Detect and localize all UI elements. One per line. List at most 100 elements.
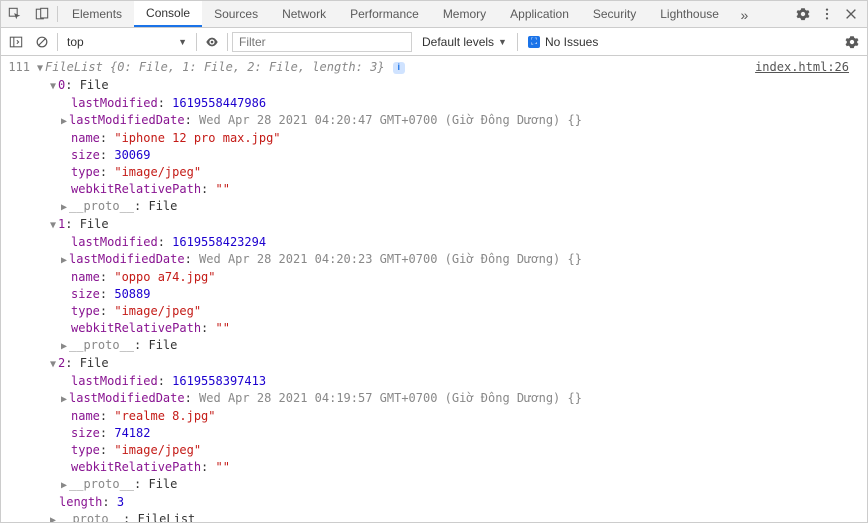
sidebar-toggle-icon[interactable]: [5, 31, 27, 53]
divider: [227, 33, 228, 51]
console-messages: 111 index.html:26 ▼FileList {0: File, 1:…: [1, 56, 867, 522]
prop-value: 50889: [114, 287, 150, 301]
divider: [57, 33, 58, 51]
prop-value: Wed Apr 28 2021 04:20:47 GMT+0700 (Giờ Đ…: [199, 113, 582, 127]
prop-value: 3: [117, 495, 124, 509]
levels-label: Default levels: [422, 35, 494, 49]
prop-key: name: [71, 270, 100, 284]
prop-value: 30069: [114, 148, 150, 162]
issues-label: No Issues: [545, 35, 598, 49]
live-expression-icon[interactable]: [201, 31, 223, 53]
prop-key: __proto__: [69, 477, 134, 491]
filter-input[interactable]: [232, 32, 412, 52]
prop-key: type: [71, 443, 100, 457]
tab-network[interactable]: Network: [270, 1, 338, 27]
prop-value: "image/jpeg": [114, 304, 201, 318]
expand-arrow-icon[interactable]: ▶: [59, 338, 69, 355]
prop-value: "": [216, 321, 230, 335]
kebab-menu-icon[interactable]: [815, 1, 839, 28]
prop-key: lastModifiedDate: [69, 391, 185, 405]
source-link[interactable]: index.html:26: [755, 59, 849, 76]
expand-arrow-icon[interactable]: ▼: [48, 217, 58, 234]
prop-value: 1619558397413: [172, 374, 266, 388]
prop-value: "oppo a74.jpg": [114, 270, 215, 284]
prop-key: name: [71, 409, 100, 423]
context-label: top: [67, 35, 84, 49]
expand-arrow-icon[interactable]: ▶: [59, 252, 69, 269]
prop-value: 74182: [114, 426, 150, 440]
object-preview: FileList {0: File, 1: File, 2: File, len…: [45, 60, 405, 74]
chevron-down-icon: ▼: [498, 37, 507, 47]
prop-key: length: [59, 495, 102, 509]
prop-key: size: [71, 287, 100, 301]
prop-key: __proto__: [69, 338, 134, 352]
prop-key: lastModified: [71, 235, 158, 249]
tabs-container: Elements Console Sources Network Perform…: [60, 1, 791, 27]
prop-key: webkitRelativePath: [71, 460, 201, 474]
prop-value: "image/jpeg": [114, 165, 201, 179]
prop-key: lastModified: [71, 96, 158, 110]
console-toolbar: top ▼ Default levels ▼ ⛶ No Issues: [1, 28, 867, 56]
tab-elements[interactable]: Elements: [60, 1, 134, 27]
more-tabs-icon[interactable]: »: [731, 1, 758, 28]
prop-key: lastModifiedDate: [69, 113, 185, 127]
expand-arrow-icon[interactable]: ▶: [59, 391, 69, 408]
tab-application[interactable]: Application: [498, 1, 581, 27]
prop-value: File: [148, 477, 177, 491]
tab-console[interactable]: Console: [134, 1, 202, 27]
divider: [517, 33, 518, 51]
context-selector[interactable]: top ▼: [62, 32, 192, 52]
expand-arrow-icon[interactable]: ▼: [35, 60, 45, 77]
tab-performance[interactable]: Performance: [338, 1, 431, 27]
expand-arrow-icon[interactable]: ▼: [48, 356, 58, 373]
prop-key: name: [71, 131, 100, 145]
divider: [196, 33, 197, 51]
prop-value: Wed Apr 28 2021 04:19:57 GMT+0700 (Giờ Đ…: [199, 391, 582, 405]
prop-key: webkitRelativePath: [71, 182, 201, 196]
issues-indicator[interactable]: ⛶ No Issues: [522, 35, 604, 49]
prop-key: lastModified: [71, 374, 158, 388]
tab-memory[interactable]: Memory: [431, 1, 498, 27]
prop-key: __proto__: [58, 512, 123, 522]
device-toggle-icon[interactable]: [28, 1, 55, 28]
prop-value: File: [148, 199, 177, 213]
prop-value: 1619558423294: [172, 235, 266, 249]
prop-key: size: [71, 148, 100, 162]
close-icon[interactable]: [839, 1, 863, 28]
prop-key: lastModifiedDate: [69, 252, 185, 266]
tab-security[interactable]: Security: [581, 1, 648, 27]
issues-icon: ⛶: [528, 36, 540, 48]
prop-value: File: [148, 338, 177, 352]
expand-arrow-icon[interactable]: ▶: [48, 512, 58, 522]
console-settings-icon[interactable]: [841, 31, 863, 53]
prop-value: "": [216, 460, 230, 474]
clear-console-icon[interactable]: [31, 31, 53, 53]
divider: [57, 6, 58, 22]
tab-sources[interactable]: Sources: [202, 1, 270, 27]
prop-value: File: [80, 78, 109, 92]
log-entry[interactable]: 111 index.html:26 ▼FileList {0: File, 1:…: [1, 59, 867, 522]
expand-arrow-icon[interactable]: ▼: [48, 78, 58, 95]
devtools-tab-bar: Elements Console Sources Network Perform…: [1, 1, 867, 28]
expand-arrow-icon[interactable]: ▶: [59, 199, 69, 216]
prop-value: File: [80, 217, 109, 231]
chevron-down-icon: ▼: [178, 37, 187, 47]
prop-value: 1619558447986: [172, 96, 266, 110]
prop-value: File: [80, 356, 109, 370]
prop-key: size: [71, 426, 100, 440]
expand-arrow-icon[interactable]: ▶: [59, 113, 69, 130]
tab-lighthouse[interactable]: Lighthouse: [648, 1, 731, 27]
prop-value: Wed Apr 28 2021 04:20:23 GMT+0700 (Giờ Đ…: [199, 252, 582, 266]
prop-value: "": [216, 182, 230, 196]
prop-value: "image/jpeg": [114, 443, 201, 457]
prop-key: type: [71, 304, 100, 318]
prop-value: "iphone 12 pro max.jpg": [114, 131, 280, 145]
prop-key: __proto__: [69, 199, 134, 213]
inspect-icon[interactable]: [1, 1, 28, 28]
prop-value: "realme 8.jpg": [114, 409, 215, 423]
info-icon[interactable]: i: [393, 62, 405, 74]
expand-arrow-icon[interactable]: ▶: [59, 477, 69, 494]
prop-value: FileList: [137, 512, 195, 522]
settings-icon[interactable]: [791, 1, 815, 28]
log-levels-selector[interactable]: Default levels ▼: [416, 35, 513, 49]
